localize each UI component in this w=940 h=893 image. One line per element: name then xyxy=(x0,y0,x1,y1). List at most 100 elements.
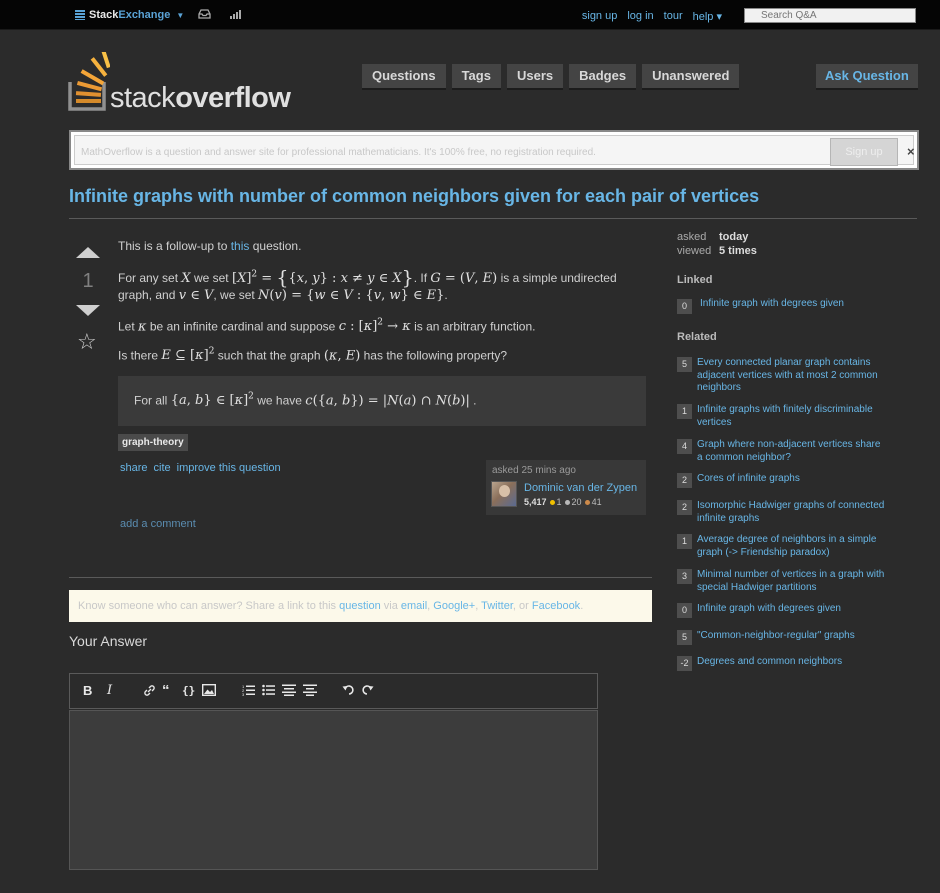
related-question-link[interactable]: Infinite graphs with finitely discrimina… xyxy=(697,404,877,429)
signup-button[interactable]: Sign up xyxy=(830,138,898,166)
top-bar: Stack Exchange ▼ sign up log in tour help… xyxy=(0,0,940,30)
viewed-label: viewed xyxy=(677,245,712,257)
improve-link[interactable]: improve this question xyxy=(177,462,281,474)
italic-icon[interactable]: I xyxy=(107,684,112,698)
related-question-link[interactable]: Infinite graph with degrees given xyxy=(697,603,897,616)
share-question-link[interactable]: question xyxy=(339,600,381,612)
asked-label: asked xyxy=(677,231,707,243)
vote-up-icon[interactable] xyxy=(76,247,100,258)
share-facebook-link[interactable]: Facebook xyxy=(532,600,580,612)
followup-link[interactable]: this xyxy=(231,239,250,253)
notice-text: MathOverflow is a question and answer si… xyxy=(81,147,596,158)
asked-value: today xyxy=(719,231,749,243)
login-link[interactable]: log in xyxy=(627,10,653,23)
nav-unanswered[interactable]: Unanswered xyxy=(642,64,740,88)
bulleted-list-icon[interactable] xyxy=(262,684,275,699)
related-score: 5 xyxy=(677,357,692,372)
related-score: 2 xyxy=(677,500,692,515)
related-heading: Related xyxy=(677,331,717,343)
numbered-list-icon[interactable]: 123 xyxy=(242,684,255,699)
viewed-value: 5 times xyxy=(719,245,757,257)
signup-link[interactable]: sign up xyxy=(582,10,617,23)
related-question-link[interactable]: Isomorphic Hadwiger graphs of connected … xyxy=(697,500,887,525)
close-icon[interactable]: × xyxy=(907,144,915,159)
achievements-icon[interactable] xyxy=(230,9,242,22)
heading-icon[interactable] xyxy=(282,684,296,699)
cite-link[interactable]: cite xyxy=(154,462,171,474)
share-twitter-link[interactable]: Twitter xyxy=(481,600,513,612)
linked-question-link[interactable]: Infinite graph with degrees given xyxy=(700,298,900,311)
user-reputation: 5,417 1 20 41 xyxy=(524,497,602,507)
related-score: 0 xyxy=(677,603,692,618)
search-input[interactable] xyxy=(744,8,916,23)
stackexchange-icon xyxy=(75,10,85,20)
stackoverflow-logo-icon xyxy=(68,52,110,111)
brand-stack: Stack xyxy=(89,9,119,21)
share-link[interactable]: share xyxy=(120,462,148,474)
your-answer-heading: Your Answer xyxy=(69,633,148,649)
code-icon[interactable]: {} xyxy=(182,684,195,698)
share-google-link[interactable]: Google+ xyxy=(433,600,475,612)
quote-text: For all {a, b} ∈ [κ]2 we have c({a, b}) … xyxy=(134,392,477,409)
editor-toolbar: B I “ {} 123 xyxy=(69,673,598,709)
logo-text: stackoverflow xyxy=(110,82,291,114)
question-title[interactable]: Infinite graphs with number of common ne… xyxy=(69,186,759,207)
signup-notice: MathOverflow is a question and answer si… xyxy=(69,130,919,170)
site-logo[interactable]: stackoverflow xyxy=(68,52,298,114)
paragraph-4: Let κ be an infinite cardinal and suppos… xyxy=(118,318,536,335)
related-score: -2 xyxy=(677,656,692,671)
linked-heading: Linked xyxy=(677,274,713,286)
related-score: 2 xyxy=(677,473,692,488)
related-question-link[interactable]: Minimal number of vertices in a graph wi… xyxy=(697,569,887,594)
related-question-link[interactable]: Average degree of neighbors in a simple … xyxy=(697,534,897,559)
redo-icon[interactable] xyxy=(362,684,374,699)
related-score: 1 xyxy=(677,404,692,419)
image-icon[interactable] xyxy=(201,683,217,699)
stackexchange-menu[interactable]: Stack Exchange ▼ xyxy=(75,9,184,21)
chevron-down-icon: ▼ xyxy=(176,10,185,20)
related-question-link[interactable]: Every connected planar graph contains ad… xyxy=(697,357,897,395)
ask-question-button[interactable]: Ask Question xyxy=(816,64,918,88)
tag-graph-theory[interactable]: graph-theory xyxy=(118,434,188,451)
share-prompt: Know someone who can answer? Share a lin… xyxy=(69,590,652,622)
undo-icon[interactable] xyxy=(342,684,354,699)
main-nav: Questions Tags Users Badges Unanswered xyxy=(362,64,740,88)
asked-time: asked 25 mins ago xyxy=(492,465,576,476)
top-links: sign up log in tour help ▾ xyxy=(582,10,722,23)
add-comment-link[interactable]: add a comment xyxy=(120,518,196,530)
nav-badges[interactable]: Badges xyxy=(569,64,637,88)
user-card: asked 25 mins ago Dominic van der Zypen … xyxy=(486,460,646,515)
paragraph-3: graph, and v ∈ V, we set N(v) = {w ∈ V :… xyxy=(118,288,448,303)
answers-divider xyxy=(69,577,652,578)
related-question-link[interactable]: Degrees and common neighbors xyxy=(697,656,897,669)
brand-exchange: Exchange xyxy=(118,9,171,21)
share-email-link[interactable]: email xyxy=(401,600,427,612)
avatar[interactable] xyxy=(491,481,517,507)
nav-tags[interactable]: Tags xyxy=(451,64,501,88)
title-divider xyxy=(69,218,917,219)
nav-users[interactable]: Users xyxy=(506,64,564,88)
link-icon[interactable] xyxy=(143,684,156,700)
nav-questions[interactable]: Questions xyxy=(362,64,446,88)
paragraph-2: For any set X we set [X]2 = {{x, y} : x … xyxy=(118,267,617,289)
paragraph-1: This is a follow-up to this question. xyxy=(118,239,302,253)
vote-down-icon[interactable] xyxy=(76,305,100,316)
favorite-star-icon[interactable]: ☆ xyxy=(77,331,97,353)
related-question-link[interactable]: Graph where non-adjacent vertices share … xyxy=(697,439,887,464)
post-menu: share cite improve this question xyxy=(120,462,281,474)
help-link[interactable]: help ▾ xyxy=(693,10,722,23)
blockquote-icon[interactable]: “ xyxy=(162,683,170,698)
related-score: 3 xyxy=(677,569,692,584)
inbox-icon[interactable] xyxy=(198,9,211,22)
related-score: 4 xyxy=(677,439,692,454)
related-question-link[interactable]: "Common-neighbor-regular" graphs xyxy=(697,630,897,643)
vote-count: 1 xyxy=(82,270,94,292)
notice-inner: MathOverflow is a question and answer si… xyxy=(74,135,915,166)
related-question-link[interactable]: Cores of infinite graphs xyxy=(697,473,897,486)
user-name-link[interactable]: Dominic van der Zypen xyxy=(524,482,637,494)
bold-icon[interactable]: B xyxy=(83,684,92,698)
answer-textarea[interactable] xyxy=(69,710,598,870)
tour-link[interactable]: tour xyxy=(664,10,683,23)
horizontal-rule-icon[interactable] xyxy=(303,684,317,699)
linked-score: 0 xyxy=(677,299,692,314)
